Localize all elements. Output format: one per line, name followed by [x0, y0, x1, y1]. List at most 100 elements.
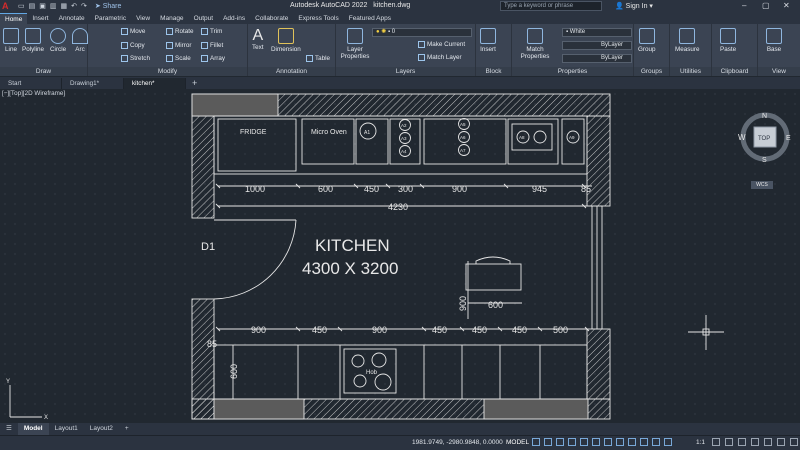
plus-annotation-icon[interactable] — [725, 438, 733, 446]
measure-button[interactable]: Measure — [675, 28, 700, 53]
text-button[interactable]: A Text — [252, 28, 264, 52]
block-panel-title[interactable]: Block — [476, 67, 511, 76]
view-cube-south[interactable]: S — [762, 157, 767, 164]
stretch-button[interactable]: Stretch — [121, 55, 150, 62]
tab-manage[interactable]: Manage — [155, 13, 189, 24]
layout-tab-layout2[interactable]: Layout2 — [84, 423, 119, 435]
view-cube-east[interactable]: E — [786, 135, 791, 142]
match-layer-button[interactable]: Match Layer — [418, 54, 462, 61]
maximize-icon[interactable]: ▢ — [762, 1, 770, 10]
polyline-button[interactable]: Polyline — [22, 28, 44, 53]
plot-icon[interactable]: ▦ — [61, 2, 68, 10]
transparency-icon[interactable] — [628, 438, 636, 446]
mirror-button[interactable]: Mirror — [166, 42, 191, 49]
units-icon[interactable] — [738, 438, 746, 446]
redo-icon[interactable]: ↷ — [81, 2, 87, 10]
autocad-logo[interactable]: A — [2, 1, 16, 11]
tab-featured-apps[interactable]: Featured Apps — [344, 13, 396, 24]
layout-menu-icon[interactable]: ☰ — [0, 423, 18, 435]
annotation-panel-title[interactable]: Annotation — [248, 67, 335, 76]
base-button[interactable]: Base — [766, 28, 782, 53]
arc-button[interactable]: Arc — [72, 28, 88, 53]
view-cube-west[interactable]: W — [738, 133, 746, 142]
tab-output[interactable]: Output — [189, 13, 219, 24]
graphics-performance-icon[interactable] — [764, 438, 772, 446]
file-tab-start[interactable]: Start — [0, 78, 62, 89]
rotate-button[interactable]: Rotate — [166, 28, 194, 35]
grid-icon[interactable] — [532, 438, 540, 446]
view-panel-title[interactable]: View — [758, 67, 800, 76]
copy-button[interactable]: Copy — [121, 42, 145, 49]
model-space-toggle[interactable]: MODEL — [506, 439, 529, 446]
clipboard-panel-title[interactable]: Clipboard — [712, 67, 757, 76]
tab-view[interactable]: View — [131, 13, 155, 24]
layer-properties-button[interactable]: Layer Properties — [340, 28, 370, 60]
new-file-icon[interactable]: ▭ — [18, 2, 25, 10]
search-input[interactable]: Type a keyword or phrase — [500, 1, 602, 11]
object-snap-icon[interactable] — [604, 438, 612, 446]
selection-cycling-icon[interactable] — [640, 438, 648, 446]
groups-panel-title[interactable]: Groups — [634, 67, 669, 76]
wcs-menu[interactable]: WCS — [751, 181, 773, 189]
coordinate-readout[interactable]: 1981.9749, -2980.9848, 0.0000 — [412, 439, 503, 446]
clean-screen-icon[interactable] — [777, 438, 785, 446]
table-button[interactable]: Table — [306, 55, 330, 62]
drawing-canvas[interactable]: [−][Top][2D Wireframe] FRIDGE Micro Oven… — [0, 89, 800, 423]
layout-tab-layout1[interactable]: Layout1 — [49, 423, 84, 435]
utilities-panel-title[interactable]: Utilities — [670, 67, 711, 76]
undo-icon[interactable]: ↶ — [71, 2, 77, 10]
customization-menu-icon[interactable] — [790, 438, 798, 446]
file-tab-kitchen[interactable]: kitchen* — [124, 78, 186, 89]
sign-in-button[interactable]: 👤 Sign In ▾ — [615, 2, 653, 10]
fillet-button[interactable]: Fillet — [201, 42, 223, 49]
polar-icon[interactable] — [568, 438, 576, 446]
minimize-icon[interactable]: – — [742, 1, 746, 10]
modify-panel-title[interactable]: Modify — [88, 67, 247, 76]
open-folder-icon[interactable]: ▤ — [29, 2, 36, 10]
view-cube[interactable]: TOP N S E W — [736, 110, 794, 168]
add-layout-plus-icon[interactable]: + — [119, 423, 135, 435]
circle-button[interactable]: Circle — [50, 28, 66, 53]
lineweight-dropdown[interactable]: ByLayer — [562, 54, 632, 63]
group-button[interactable]: Group — [638, 28, 656, 53]
tab-home[interactable]: Home — [0, 13, 28, 24]
scale-button[interactable]: Scale — [166, 55, 191, 62]
array-button[interactable]: Array — [201, 55, 225, 62]
ortho-icon[interactable] — [556, 438, 564, 446]
close-icon[interactable]: ✕ — [783, 1, 790, 10]
annotation-visibility-icon[interactable] — [652, 438, 660, 446]
layer-dropdown[interactable]: ● ✺ ▪ 0 — [372, 28, 472, 37]
layout-tab-model[interactable]: Model — [17, 423, 49, 435]
annotation-scale[interactable]: 1:1 — [696, 439, 705, 446]
tab-collaborate[interactable]: Collaborate — [250, 13, 293, 24]
tab-express-tools[interactable]: Express Tools — [293, 13, 343, 24]
tab-insert[interactable]: Insert — [27, 13, 53, 24]
match-properties-button[interactable]: Match Properties — [520, 28, 550, 60]
tab-add-ins[interactable]: Add-ins — [218, 13, 250, 24]
file-tab-drawing1[interactable]: Drawing1* — [62, 78, 124, 89]
save-as-icon[interactable]: ▥ — [50, 2, 57, 10]
lineweight-icon[interactable] — [616, 438, 624, 446]
object-snap-tracking-icon[interactable] — [592, 438, 600, 446]
move-button[interactable]: Move — [121, 28, 145, 35]
color-dropdown[interactable]: ▪ White — [562, 28, 632, 37]
trim-button[interactable]: Trim — [201, 28, 222, 35]
share-button[interactable]: ➤ Share — [95, 2, 122, 10]
properties-panel-title[interactable]: Properties — [512, 67, 633, 76]
snap-icon[interactable] — [544, 438, 552, 446]
dimension-button[interactable]: Dimension — [271, 28, 301, 53]
tab-parametric[interactable]: Parametric — [90, 13, 131, 24]
save-icon[interactable]: ▣ — [39, 2, 46, 10]
line-button[interactable]: Line — [3, 28, 19, 53]
auto-scale-icon[interactable] — [664, 438, 672, 446]
new-tab-plus-icon[interactable]: + — [186, 78, 203, 89]
paste-button[interactable]: Paste — [720, 28, 736, 53]
isodraft-icon[interactable] — [580, 438, 588, 446]
layers-panel-title[interactable]: Layers — [336, 67, 475, 76]
tab-annotate[interactable]: Annotate — [54, 13, 90, 24]
linetype-dropdown[interactable]: ByLayer — [562, 41, 632, 50]
view-cube-north[interactable]: N — [762, 113, 767, 120]
make-current-button[interactable]: Make Current — [418, 41, 465, 48]
isolate-objects-icon[interactable] — [751, 438, 759, 446]
insert-button[interactable]: Insert — [480, 28, 496, 53]
